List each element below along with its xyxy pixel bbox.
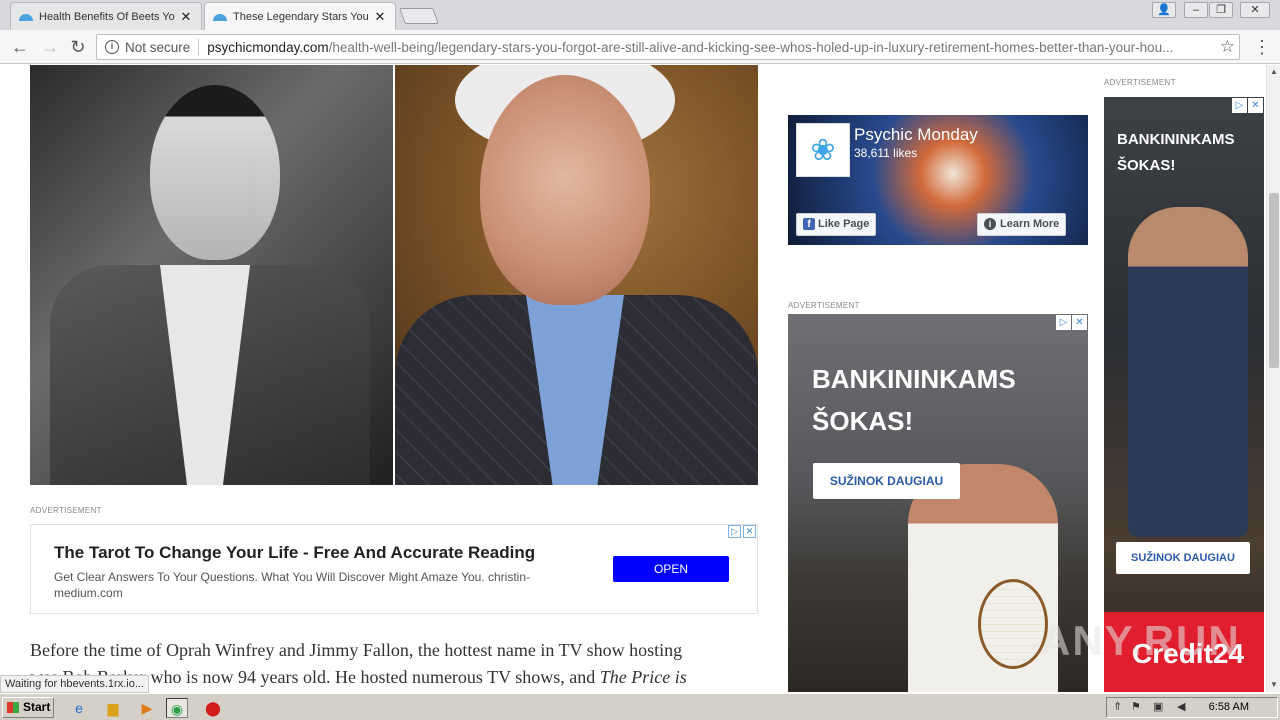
forward-button[interactable]: →	[38, 35, 62, 59]
volume-icon[interactable]: ◀	[1177, 700, 1185, 713]
ad-headline-line: ŠOKAS!	[812, 406, 914, 436]
facebook-icon: f	[803, 218, 815, 230]
learn-more-label: Learn More	[1000, 218, 1060, 230]
ad-open-button[interactable]: OPEN	[613, 556, 729, 582]
scroll-down-arrow-icon[interactable]: ▼	[1267, 678, 1280, 692]
restore-button[interactable]: ❐	[1209, 2, 1233, 18]
system-tray: ⇑ ⚑ ▣ ◀ 6:58 AM	[1106, 697, 1278, 718]
tab-legendary-stars[interactable]: These Legendary Stars You ✕	[204, 2, 396, 30]
article-hero-image	[30, 65, 758, 485]
facebook-page-widget[interactable]: ❀ Psychic Monday 38,611 likes f Like Page…	[788, 115, 1088, 245]
status-bar: Waiting for hbevents.1rx.io...	[0, 675, 149, 693]
ad-cta-button[interactable]: SUŽINOK DAUGIAU	[813, 463, 960, 499]
ad-headline-line: ŠOKAS!	[1117, 157, 1176, 174]
like-page-label: Like Page	[818, 218, 870, 230]
facebook-like-count: 38,611 likes	[854, 146, 918, 160]
ad-description: Get Clear Answers To Your Questions. Wha…	[54, 570, 531, 600]
opera-icon[interactable]: ⬤	[202, 698, 224, 718]
ad-title[interactable]: The Tarot To Change Your Life - Free And…	[54, 543, 535, 563]
address-bar[interactable]: i Not secure psychicmonday.com /health-w…	[96, 34, 1240, 60]
tarot-text-ad[interactable]: ▷ ✕ The Tarot To Change Your Life - Free…	[30, 524, 758, 614]
bank-ad-skyscraper[interactable]: ▷ ✕ BANKININKAMS ŠOKAS! SUŽINOK DAUGIAU …	[1104, 97, 1264, 692]
facebook-page-name[interactable]: Psychic Monday	[854, 125, 978, 145]
close-window-button[interactable]: ✕	[1240, 2, 1270, 18]
scrollbar-thumb[interactable]	[1269, 193, 1279, 368]
advertisement-label: ADVERTISEMENT	[788, 301, 860, 310]
bob-barker-old-photo	[395, 65, 758, 485]
ad-headline: BANKININKAMS ŠOKAS!	[812, 358, 1016, 442]
scroll-up-arrow-icon[interactable]: ▲	[1267, 65, 1280, 79]
close-tab-icon[interactable]: ✕	[179, 9, 193, 25]
reload-button[interactable]: ↻	[66, 35, 90, 59]
tab-title: Health Benefits Of Beets Yo	[39, 10, 175, 23]
photo-face	[150, 85, 280, 260]
advertisement-label: ADVERTISEMENT	[30, 506, 102, 515]
tray-expand-icon[interactable]: ⇑	[1113, 700, 1122, 713]
psychicmonday-favicon-icon	[213, 12, 227, 22]
anyrun-watermark: ANY.RUN	[1040, 617, 1241, 664]
web-page: ADVERTISEMENT ▷ ✕ The Tarot To Change Yo…	[0, 65, 1266, 692]
adchoices-icon[interactable]: ▷	[1232, 98, 1247, 113]
gentleman-image	[1128, 207, 1248, 537]
bookmark-star-icon[interactable]: ☆	[1215, 37, 1235, 57]
security-label: Not secure	[125, 39, 191, 55]
lotus-logo-icon[interactable]: ❀	[796, 123, 850, 177]
url-path: /health-well-being/legendary-stars-you-f…	[328, 39, 1174, 55]
menu-kebab-icon[interactable]: ⋮	[1252, 35, 1272, 59]
chrome-icon[interactable]: ◉	[166, 698, 188, 718]
minimize-button[interactable]: –	[1184, 2, 1208, 18]
ad-close-icon[interactable]: ✕	[743, 525, 756, 538]
new-tab-button[interactable]	[399, 8, 439, 24]
network-icon[interactable]: ▣	[1153, 700, 1163, 713]
folder-icon[interactable]: ▆	[102, 698, 124, 718]
start-button[interactable]: Start	[2, 697, 54, 718]
psychicmonday-favicon-icon	[19, 12, 33, 22]
adchoices-icon[interactable]: ▷	[728, 525, 741, 538]
bob-barker-young-photo	[30, 65, 393, 485]
tab-title: These Legendary Stars You	[233, 10, 369, 23]
flag-icon[interactable]: ⚑	[1131, 700, 1141, 713]
ad-cta-button[interactable]: SUŽINOK DAUGIAU	[1116, 542, 1250, 574]
article-line: Before the time of Oprah Winfrey and Jim…	[30, 640, 683, 660]
learn-more-button[interactable]: i Learn More	[977, 213, 1067, 236]
vertical-scrollbar[interactable]: ▲ ▼	[1266, 65, 1280, 692]
divider	[198, 39, 200, 55]
windows-taskbar: Start e ▆ ▶ ◉ ⬤ ⇑ ⚑ ▣ ◀ 6:58 AM	[0, 693, 1280, 720]
tab-health-benefits[interactable]: Health Benefits Of Beets Yo ✕	[10, 2, 202, 30]
ad-close-icon[interactable]: ✕	[1072, 315, 1087, 330]
adchoices-icon[interactable]: ▷	[1056, 315, 1071, 330]
close-tab-icon[interactable]: ✕	[373, 9, 387, 25]
ad-headline-line: BANKININKAMS	[1117, 131, 1235, 148]
browser-toolbar: ← → ↻ i Not secure psychicmonday.com /he…	[0, 30, 1280, 64]
internet-explorer-icon[interactable]: e	[68, 698, 90, 718]
browser-titlebar: Health Benefits Of Beets Yo ✕ These Lege…	[0, 0, 1280, 30]
media-player-icon[interactable]: ▶	[136, 698, 158, 718]
ad-headline-line: BANKININKAMS	[812, 364, 1016, 394]
adchoices[interactable]: ▷ ✕	[1056, 315, 1087, 330]
like-page-button[interactable]: f Like Page	[796, 213, 877, 236]
show-title: The Price is	[599, 667, 687, 687]
back-button[interactable]: ←	[8, 35, 32, 59]
info-icon: i	[984, 218, 996, 230]
advertisement-label: ADVERTISEMENT	[1104, 78, 1176, 87]
url-domain: psychicmonday.com	[207, 39, 329, 55]
tennis-racket-image	[978, 579, 1048, 669]
adchoices[interactable]: ▷ ✕	[1232, 98, 1263, 113]
profile-icon[interactable]: 👤	[1152, 2, 1176, 18]
ad-headline: BANKININKAMS ŠOKAS!	[1117, 127, 1235, 179]
ad-close-icon[interactable]: ✕	[1248, 98, 1263, 113]
info-icon[interactable]: i	[105, 40, 119, 54]
photo-face	[480, 75, 650, 305]
clock[interactable]: 6:58 AM	[1209, 701, 1249, 713]
